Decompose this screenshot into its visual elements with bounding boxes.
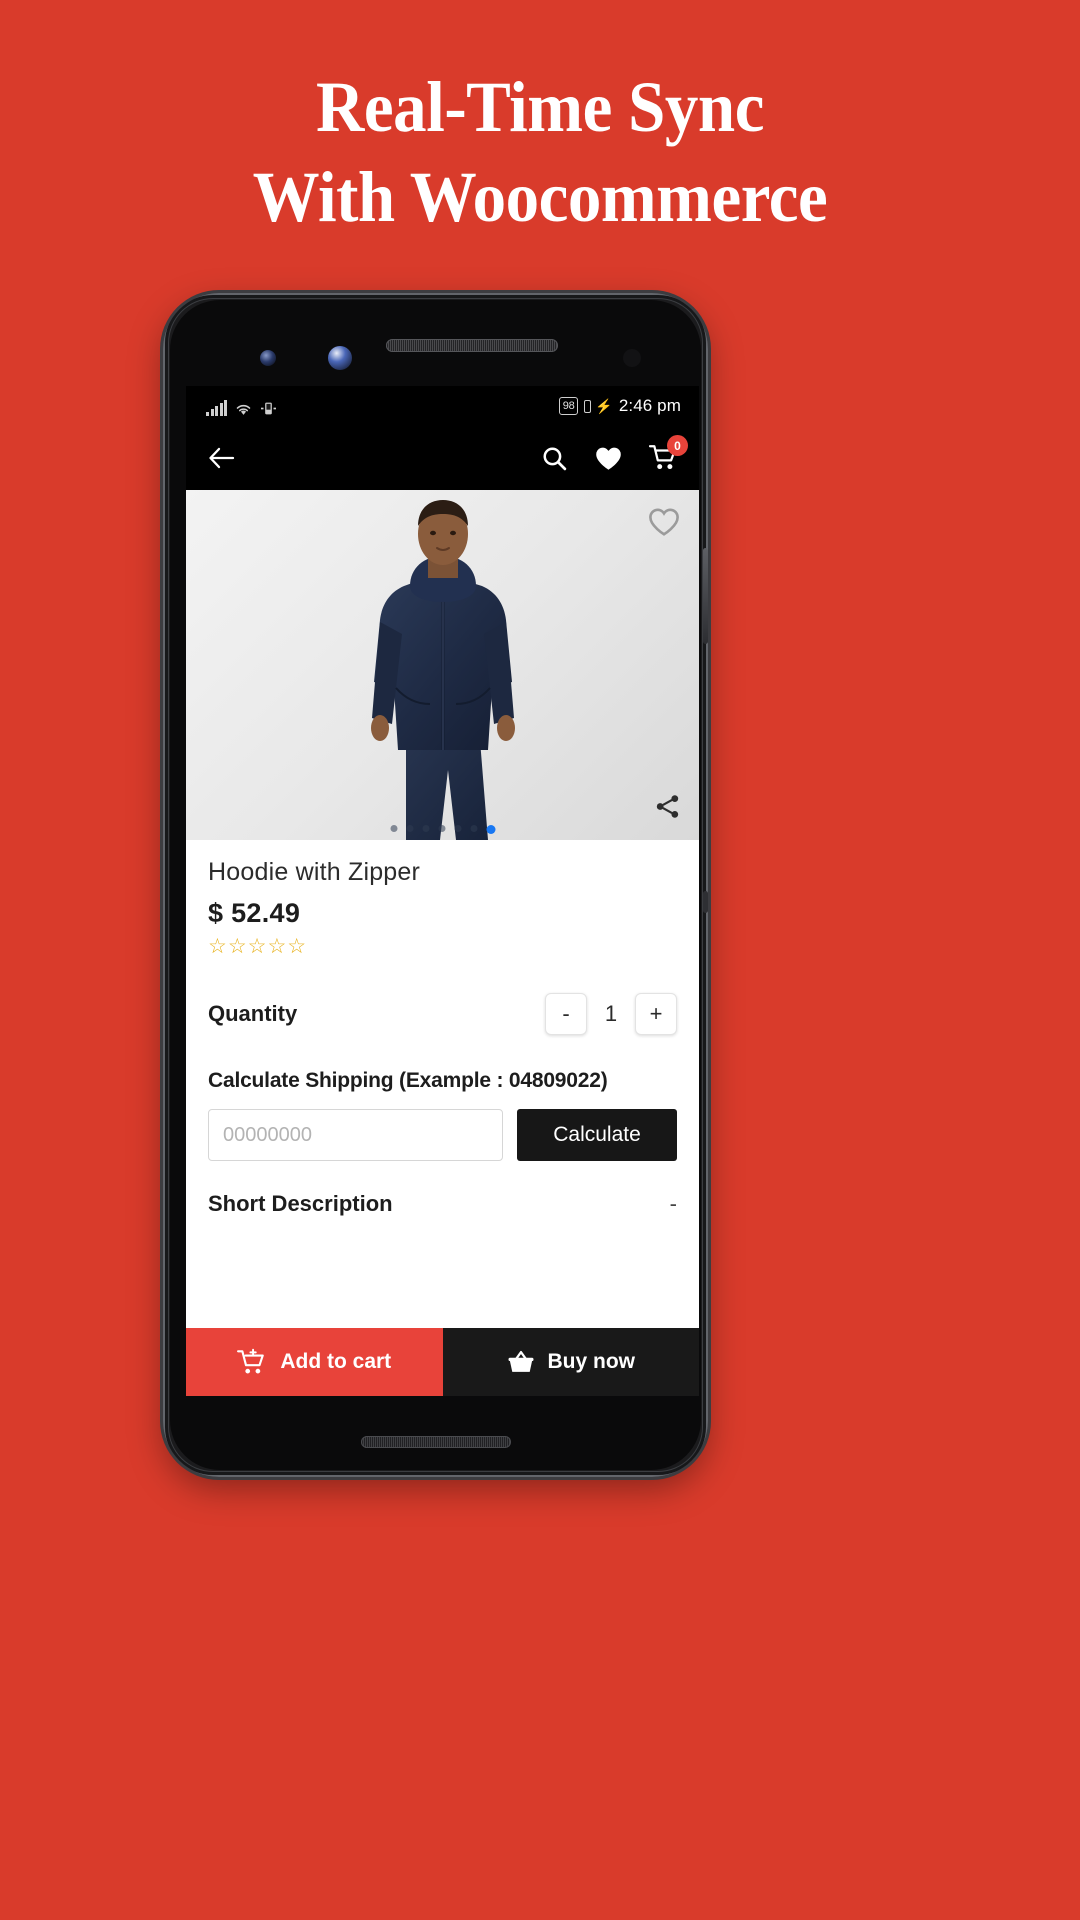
shopping-cart-icon[interactable]: 0 [649,435,688,472]
add-to-cart-button[interactable]: Add to cart [186,1328,443,1396]
add-to-cart-label: Add to cart [280,1350,392,1373]
bottom-speaker-grille [360,1436,511,1448]
back-arrow-icon[interactable] [206,445,236,471]
quantity-increment-button[interactable]: + [635,993,677,1035]
quantity-value: 1 [604,1001,618,1026]
bolt-icon: ⚡ [595,397,613,414]
search-icon[interactable] [541,445,568,472]
product-gallery[interactable] [186,490,699,840]
quantity-row: Quantity - 1 + [208,993,677,1035]
bottom-action-bar: Add to cart Buy now [186,1328,699,1396]
shipping-row: Calculate [208,1109,677,1161]
quantity-label: Quantity [208,1001,298,1026]
quantity-stepper: - 1 + [545,993,677,1035]
phone-mockup: 98 ⚡ 2:46 pm 0 Hoodie with Zipper $ 52.4… [163,293,708,1477]
gallery-pagination-dots[interactable] [390,825,495,834]
sensor-icon [260,350,276,366]
quantity-decrement-button[interactable]: - [545,993,587,1035]
rating-stars[interactable]: ☆☆☆☆☆ [208,936,677,957]
share-icon[interactable] [654,793,681,820]
battery-icon [584,399,592,413]
short-description-row[interactable]: Short Description - [208,1191,677,1217]
promo-heading-line-1: Real-Time Sync [316,67,764,147]
status-bar: 98 ⚡ 2:46 pm [186,386,699,426]
short-description-toggle-icon[interactable]: - [670,1191,677,1217]
phone-screen: 98 ⚡ 2:46 pm 0 Hoodie with Zipper $ 52.4… [186,386,699,1396]
status-bar-clock: 2:46 pm [618,396,681,415]
wifi-icon [234,401,253,416]
basket-icon [507,1349,535,1376]
shipping-label: Calculate Shipping (Example : 04809022) [208,1069,608,1092]
earpiece-speaker [386,339,558,352]
product-title: Hoodie with Zipper [208,858,421,886]
front-camera-icon [328,346,352,370]
phone-sensor-row [170,328,701,382]
heart-icon[interactable] [594,445,623,472]
promo-heading: Real-Time Sync With Woocommerce [0,62,1080,242]
app-bar: 0 [186,426,699,490]
buy-now-button[interactable]: Buy now [442,1328,699,1396]
signal-bars-icon [206,400,227,416]
product-image [370,500,515,840]
product-price: $ 52.49 [208,898,301,928]
proximity-sensor-icon [623,349,641,367]
wishlist-heart-outline-icon[interactable] [647,506,681,538]
add-to-cart-icon [237,1348,267,1376]
status-bar-left [206,396,277,416]
short-description-title: Short Description [208,1191,393,1216]
promo-heading-line-2: With Woocommerce [252,157,828,237]
app-bar-actions: 0 [541,435,688,472]
buy-now-label: Buy now [547,1350,636,1373]
battery-percent-badge: 98 [558,397,579,415]
volume-button[interactable] [703,891,708,913]
calculate-button[interactable]: Calculate [517,1109,677,1161]
cart-badge: 0 [667,435,688,456]
vibrate-icon [260,401,277,416]
phone-inner-body: 98 ⚡ 2:46 pm 0 Hoodie with Zipper $ 52.4… [170,300,701,1470]
power-button[interactable] [703,548,708,644]
product-details: Hoodie with Zipper $ 52.49 ☆☆☆☆☆ Quantit… [186,840,699,1217]
status-bar-right: 98 ⚡ 2:46 pm [558,396,681,416]
zip-code-input[interactable] [208,1109,503,1161]
